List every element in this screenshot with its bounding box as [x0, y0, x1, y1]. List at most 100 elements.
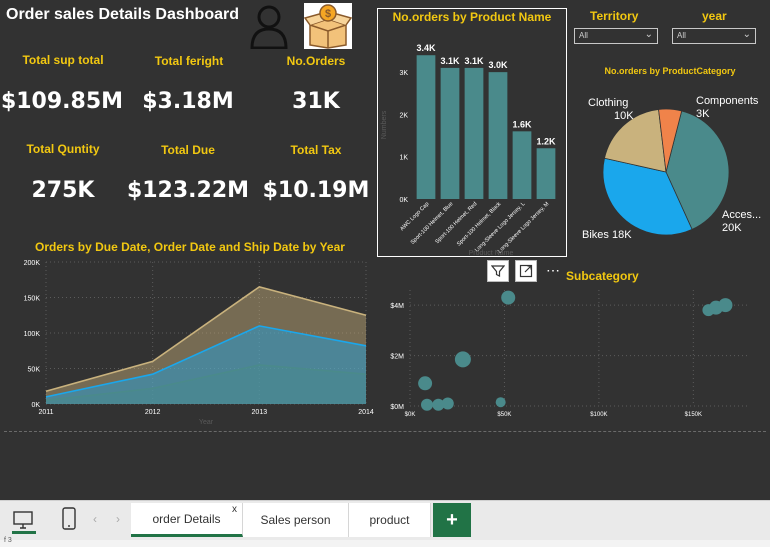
- x-tick-label: $50K: [497, 412, 511, 418]
- y-tick-label: 0K: [399, 197, 408, 204]
- bar-data-label: 3.0K: [488, 60, 508, 70]
- territory-slicer-value: All: [579, 31, 588, 40]
- chevron-down-icon: ⌄: [742, 29, 751, 40]
- bar-data-label: 3.1K: [464, 56, 484, 66]
- x-axis-label: Product Name: [469, 250, 514, 256]
- year-slicer[interactable]: All ⌄: [672, 28, 756, 44]
- y-axis-label: Numbers: [381, 110, 388, 139]
- kpi-label: Total Due: [161, 143, 215, 157]
- bar-data-label: 1.6K: [512, 119, 532, 129]
- scatter-point: [441, 397, 454, 410]
- kpi-label: Total feright: [154, 54, 224, 68]
- active-layout-indicator: [12, 531, 36, 534]
- mobile-layout-icon[interactable]: [58, 506, 80, 532]
- tab-label: order Details: [152, 511, 221, 526]
- close-icon[interactable]: x: [232, 504, 237, 515]
- y-tick-label: 200K: [24, 260, 41, 267]
- tab-label: Sales person: [260, 513, 331, 527]
- x-tick-label: 2013: [252, 409, 268, 416]
- kpi-value: $10.19M: [262, 178, 370, 203]
- status-bar: f 3: [0, 537, 770, 547]
- bar-data-label: 1.2K: [536, 136, 556, 146]
- year-slicer-value: All: [677, 31, 686, 40]
- y-tick-label: 50K: [28, 367, 41, 374]
- y-tick-label: $2M: [390, 354, 404, 361]
- kpi-label: Total sup total: [22, 53, 104, 67]
- chevron-right-icon[interactable]: ›: [116, 512, 120, 526]
- divider: [4, 431, 766, 432]
- area-chart[interactable]: 0K 50K 100K 150K 200K 2011 2012 2013 2014 Year: [0, 254, 378, 424]
- desktop-layout-icon[interactable]: [10, 508, 36, 532]
- pie-value-label: 10K: [614, 110, 634, 122]
- scatter-chart-title: Subcategory: [566, 269, 639, 283]
- year-slicer-label: year: [702, 9, 727, 23]
- bar-chart-svg: 0K1K2K3KNumbers3.4KAWC Logo Cap3.1KSport…: [381, 43, 556, 256]
- bar: [464, 67, 484, 199]
- y-tick-label: 1K: [399, 155, 408, 162]
- scatter-chart[interactable]: $0M $2M $4M $0K $50K $100K $150K: [380, 284, 765, 429]
- y-tick-label: $0M: [390, 404, 404, 411]
- x-tick-label: Sport-100 Helmet, Red: [434, 201, 478, 245]
- focus-mode-icon[interactable]: [515, 260, 537, 282]
- bar: [488, 72, 508, 199]
- y-tick-label: 0K: [31, 402, 40, 409]
- x-tick-label: Sport-100 Helmet, Black: [456, 201, 503, 248]
- tab-product[interactable]: product: [349, 503, 431, 537]
- pie-value-label: 20K: [722, 222, 742, 234]
- x-tick-label: $100K: [590, 412, 607, 418]
- scatter-point: [718, 298, 733, 313]
- bar-chart-panel[interactable]: No.orders by Product Name 0K 1K 2K 3K Number…: [377, 8, 567, 257]
- x-tick-label: Long-Sleeve Logo Jersey, M: [497, 201, 551, 255]
- pie-value-label: 3K: [696, 108, 710, 120]
- pie-chart[interactable]: Acces...20K Bikes 18K Clothing10K Component…: [574, 80, 770, 250]
- tab-label: product: [369, 513, 410, 527]
- scatter-point: [495, 397, 506, 408]
- filter-icon[interactable]: [487, 260, 509, 282]
- x-tick-label: 2012: [145, 409, 161, 416]
- x-tick-label: $0K: [405, 412, 416, 418]
- scatter-point: [454, 351, 471, 368]
- add-page-button[interactable]: +: [433, 503, 471, 537]
- tab-order-details[interactable]: order Details x: [131, 503, 243, 537]
- x-tick-label: 2011: [38, 409, 53, 416]
- y-tick-label: 150K: [24, 296, 41, 303]
- y-tick-label: 100K: [24, 331, 41, 338]
- pie-label: Bikes 18K: [582, 229, 632, 241]
- person-icon: [248, 3, 290, 50]
- chevron-left-icon[interactable]: ‹: [93, 512, 97, 526]
- bar-data-label: 3.4K: [416, 43, 436, 53]
- x-tick-label: 2014: [358, 409, 374, 416]
- more-options-icon[interactable]: ⋯: [541, 260, 565, 282]
- bar: [440, 67, 460, 199]
- report-canvas: Order sales Details Dashboard $ Total su…: [0, 0, 770, 500]
- territory-slicer-label: Territory: [590, 9, 639, 23]
- x-tick-label: Long-Sleeve Logo Jersey, L: [474, 201, 526, 253]
- area-chart-title: Orders by Due Date, Order Date and Ship …: [35, 240, 345, 254]
- x-tick-label: Sport-100 Helmet, Blue: [410, 201, 455, 246]
- pie-label: Components: [696, 95, 759, 107]
- y-tick-label: $4M: [390, 303, 404, 310]
- scatter-point: [501, 290, 516, 305]
- bar-data-label: 3.1K: [440, 56, 460, 66]
- bar: [512, 131, 532, 199]
- kpi-label: Total Quntity: [26, 142, 100, 156]
- x-tick-label: $150K: [685, 412, 702, 418]
- bar: [536, 148, 556, 199]
- page-title: Order sales Details Dashboard: [6, 6, 239, 23]
- pie-chart-title: No.orders by ProductCategory: [604, 66, 736, 76]
- tab-sales-person[interactable]: Sales person: [243, 503, 349, 537]
- pie-label: Acces...: [722, 209, 761, 221]
- page-indicator: f 3: [4, 537, 12, 544]
- kpi-label: Total Tax: [290, 143, 342, 157]
- y-tick-label: 3K: [399, 70, 408, 77]
- svg-text:$: $: [325, 8, 331, 20]
- scatter-point: [421, 398, 433, 411]
- page-tab-bar: ‹ › order Details x Sales person product…: [0, 500, 770, 540]
- pie-label: Clothing: [588, 97, 628, 109]
- y-tick-label: 2K: [399, 112, 408, 119]
- territory-slicer[interactable]: All ⌄: [574, 28, 658, 44]
- money-box-icon: $: [303, 3, 353, 49]
- scatter-point: [418, 376, 433, 391]
- kpi-label: No.Orders: [286, 54, 346, 68]
- bar: [416, 55, 436, 199]
